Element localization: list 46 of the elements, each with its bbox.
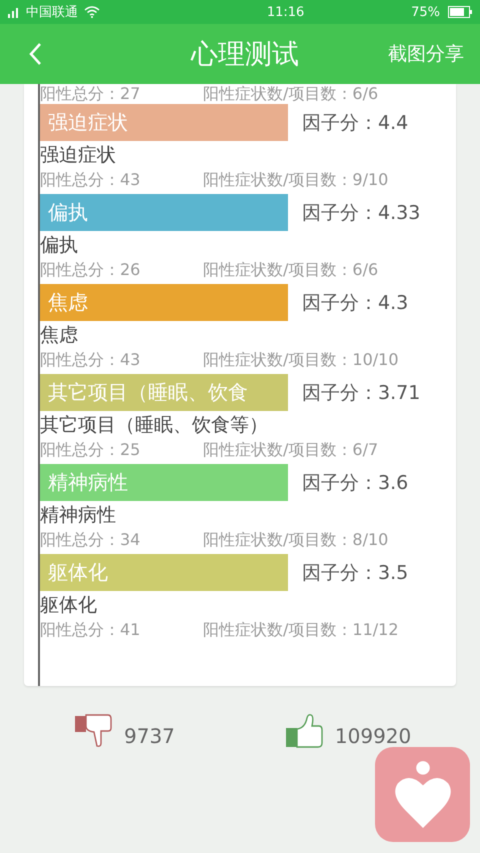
stat-text: 阳性症状数/项目数：6/6: [203, 260, 380, 280]
back-icon: [28, 42, 42, 66]
stat-text: 阳性症状数/项目数：6/6: [203, 84, 380, 105]
factor-score: 因子分：4.33: [302, 200, 420, 226]
factor-score: 因子分：4.3: [302, 290, 408, 316]
factor-score: 因子分：3.71: [302, 380, 420, 406]
stat-text: 阳性总分：25: [40, 440, 142, 460]
bar-label: 精神病性: [47, 469, 128, 496]
factor-name: 其它项目（睡眠、饮食等）: [40, 413, 269, 438]
clock-time: 11:16: [266, 4, 304, 20]
factor-name: 精神病性: [40, 503, 117, 528]
factor-name: 躯体化: [40, 593, 98, 618]
stat-text: 阳性症状数/项目数：11/12: [203, 620, 400, 640]
stat-text: 阳性症状数/项目数：9/10: [203, 170, 390, 190]
back-button[interactable]: [28, 42, 42, 66]
thumbs-down-icon[interactable]: [74, 714, 112, 748]
share-button[interactable]: 截图分享: [388, 41, 464, 67]
wifi-icon: [84, 6, 100, 18]
bar-label: 躯体化: [47, 559, 108, 586]
factor-score: 因子分：3.6: [302, 470, 408, 496]
stat-text: 阳性症状数/项目数：10/10: [203, 350, 400, 370]
app-shortcut-button[interactable]: [375, 747, 470, 842]
bar-label: 其它项目（睡眠、饮食: [47, 379, 248, 406]
like-count: 109920: [334, 724, 412, 748]
bar-label: 偏执: [47, 199, 88, 226]
factor-score: 因子分：3.5: [302, 560, 408, 586]
stat-text: 阳性总分：34: [40, 530, 142, 550]
factor-name: 偏执: [40, 233, 79, 258]
bar-label: 焦虑: [47, 289, 88, 316]
stat-text: 阳性总分：41: [40, 620, 142, 640]
stat-text: 阳性总分：43: [40, 170, 142, 190]
factor-name: 焦虑: [40, 323, 79, 348]
stat-text: 阳性总分：26: [40, 260, 142, 280]
dislike-count: 9737: [124, 724, 175, 748]
stat-text: 阳性总分：27: [40, 84, 142, 105]
carrier-name: 中国联通: [26, 4, 78, 21]
thumbs-up-icon[interactable]: [284, 714, 323, 748]
factor-score: 因子分：4.4: [302, 110, 408, 136]
stat-text: 阳性症状数/项目数：8/10: [203, 530, 390, 550]
battery-icon: [448, 6, 472, 18]
stat-text: 阳性症状数/项目数：6/7: [203, 440, 380, 460]
factor-name: 强迫症状: [40, 143, 117, 168]
stat-text: 阳性总分：43: [40, 350, 142, 370]
battery-percent: 75%: [411, 4, 440, 20]
page-title: 心理测试: [190, 38, 299, 72]
bar-label: 强迫症状: [47, 109, 128, 136]
